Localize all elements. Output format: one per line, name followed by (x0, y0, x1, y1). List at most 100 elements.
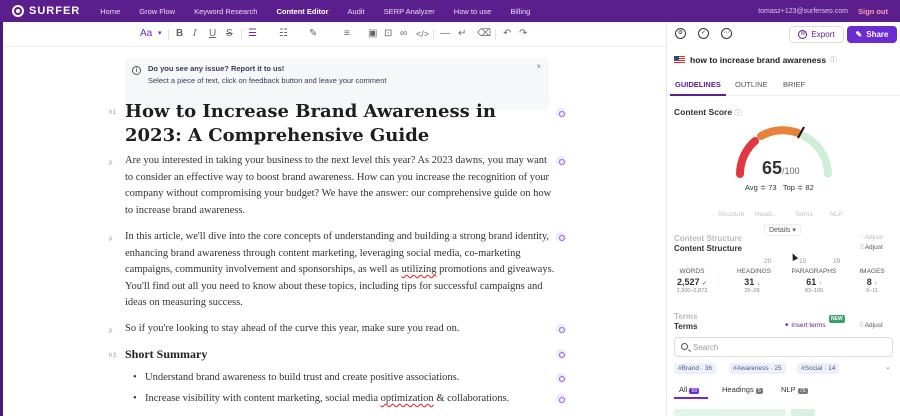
terms-search-input[interactable]: Search (674, 337, 893, 357)
comment-add-icon[interactable] (556, 394, 566, 404)
comment-add-icon[interactable] (556, 324, 566, 334)
topic-chip[interactable]: #Brand · 36 (674, 363, 716, 374)
link-icon[interactable]: ∞ (400, 28, 407, 40)
underline-button[interactable]: U (209, 28, 216, 40)
spelling-flag[interactable]: utilizing (401, 264, 436, 275)
ghost-label: Headi.. (755, 211, 776, 218)
horizontal-rule-icon[interactable]: — (440, 28, 450, 40)
stat-headings-range: 25–28 (744, 288, 760, 294)
check-icon[interactable]: ✓ (698, 28, 709, 39)
image-icon[interactable]: ▣ (368, 28, 377, 40)
clear-format-icon[interactable]: ⌫ (477, 28, 491, 40)
nav-link-how-to-use[interactable]: How to use (454, 7, 492, 16)
notice-body: Select a piece of text, click on feedbac… (148, 76, 387, 85)
code-icon[interactable]: </> (416, 28, 429, 40)
comment-add-icon[interactable] (556, 232, 566, 242)
redo-button[interactable]: ↷ (519, 28, 527, 40)
info-icon[interactable]: ⓘ (734, 110, 741, 117)
toolbar-divider (241, 29, 242, 40)
adjust-structure-button[interactable]: ⫶⫶ Adjust (860, 244, 883, 252)
toolbar-divider (168, 29, 169, 40)
term-row[interactable] (674, 409, 786, 416)
undo-button[interactable]: ↶ (503, 28, 511, 40)
nav-link-billing[interactable]: Billing (510, 7, 530, 16)
stat-paragraphs-label: PARAGRAPHS (791, 268, 837, 275)
list-item[interactable]: Increase visibility with content marketi… (133, 393, 509, 404)
comment-add-icon[interactable] (556, 349, 566, 359)
content-score-value: 65/100 (762, 158, 800, 178)
content-score-title: Content Score ⓘ (674, 107, 742, 117)
stat-paragraphs-range: 83–100 (804, 288, 824, 294)
more-icon[interactable]: ⋯ (721, 28, 732, 39)
details-toggle[interactable]: Details ▾ (764, 224, 801, 236)
nav-link-keyword-research[interactable]: Keyword Research (194, 7, 257, 16)
bold-button[interactable]: B (176, 28, 183, 40)
export-button[interactable]: W Export (789, 26, 844, 43)
tab-brief[interactable]: BRIEF (783, 80, 805, 89)
nav-link-grow-flow[interactable]: Grow Flow (139, 7, 175, 16)
user-email: tomasz+123@surferseo.com (758, 7, 848, 15)
topic-chip[interactable]: #Awareness · 25 (729, 363, 786, 374)
filter-nlp[interactable]: NLP 75 (781, 385, 808, 394)
close-icon[interactable]: × (536, 62, 541, 71)
paragraph[interactable]: Are you interested in taking your busine… (125, 153, 555, 219)
stat-images-value: 8 ↑ (866, 277, 878, 287)
ghost-label: Structure (718, 211, 745, 218)
info-icon[interactable]: ⓘ (830, 55, 837, 65)
nav-link-serp-analyzer[interactable]: SERP Analyzer (384, 7, 435, 16)
embed-icon[interactable]: ⊡ (384, 28, 392, 40)
line-break-icon[interactable]: ↵ (458, 28, 466, 40)
list-icon[interactable]: ☷ (279, 28, 288, 40)
share-button[interactable]: ✎ Share (847, 26, 897, 43)
comment-add-icon[interactable] (556, 156, 566, 166)
insert-terms-button[interactable]: ✦ Insert terms (784, 321, 826, 329)
guidelines-sidebar: ⚙ ✓ ⋯ W Export ✎ Share how to increase b… (666, 22, 900, 416)
paragraph[interactable]: In this article, we'll dive into the cor… (125, 229, 555, 312)
nav-links: Home Grow Flow Keyword Research Content … (100, 7, 549, 16)
target-keyword: how to increase brand awareness (690, 55, 827, 65)
adjust-ghost: ⫶⫶ Adjust (860, 234, 883, 241)
highlight-icon[interactable]: ✎ (309, 28, 317, 40)
block-tag-p: p (109, 235, 113, 242)
term-row[interactable] (791, 409, 815, 416)
paragraph[interactable]: So if you're looking to stay ahead of th… (125, 321, 555, 338)
chevron-down-icon[interactable]: ⌄ (885, 363, 891, 371)
mouse-pointer (789, 252, 799, 261)
comment-add-icon[interactable] (556, 108, 566, 118)
spelling-flag[interactable]: optimization (381, 393, 434, 404)
top-score: Top ≑ 82 (782, 183, 814, 192)
italic-button[interactable]: I (193, 28, 196, 40)
chevron-down-icon[interactable]: ▾ (158, 28, 162, 40)
document-title[interactable]: How to Increase Brand Awareness in 2023:… (125, 100, 555, 148)
stat-words-range: 2,500–2,873 (676, 288, 708, 294)
filter-headings[interactable]: Headings 5 (722, 385, 763, 394)
editor-panel: Aa ▾ B I U S ☰ ☷ ✎ ≡ ▣ ⊡ ∞ </> — ↵ ⌫ ↶ ↷… (0, 22, 666, 416)
nav-link-audit[interactable]: Audit (348, 7, 365, 16)
list-item-text: Understand brand awareness to build trus… (145, 372, 460, 383)
comment-icon[interactable]: ≡ (344, 28, 350, 40)
content-structure-title: Content Structure (674, 244, 742, 253)
nav-link-home[interactable]: Home (100, 7, 120, 16)
nav-link-content-editor[interactable]: Content Editor (276, 7, 328, 16)
section-title-ghost: Terms (674, 312, 698, 321)
align-icon[interactable]: ☰ (248, 28, 257, 40)
list-item[interactable]: Understand brand awareness to build trus… (133, 372, 459, 383)
font-style-button[interactable]: Aa (140, 28, 152, 40)
strikethrough-button[interactable]: S (226, 28, 233, 40)
comment-add-icon[interactable] (556, 373, 566, 383)
adjust-terms-button[interactable]: ⫶⫶ Adjust (860, 322, 883, 330)
section-heading[interactable]: Short Summary (125, 347, 207, 362)
list-item-text: Increase visibility with content marketi… (145, 393, 381, 404)
filter-all[interactable]: All 60 (679, 385, 700, 394)
settings-icon[interactable]: ⚙ (675, 28, 686, 39)
sign-out-link[interactable]: Sign out (858, 7, 888, 16)
active-filter-indicator (674, 397, 708, 399)
surfer-logo[interactable]: SURFER (12, 5, 80, 17)
tab-outline[interactable]: OUTLINE (735, 80, 768, 89)
topic-chip[interactable]: #Social · 14 (797, 363, 840, 374)
ghost-label: Terms (795, 211, 813, 218)
stat-images-label: IMAGES (859, 268, 885, 275)
tab-guidelines[interactable]: GUIDELINES (675, 80, 721, 89)
block-tag-h3: h3 (109, 352, 117, 359)
info-icon: i (132, 66, 141, 75)
